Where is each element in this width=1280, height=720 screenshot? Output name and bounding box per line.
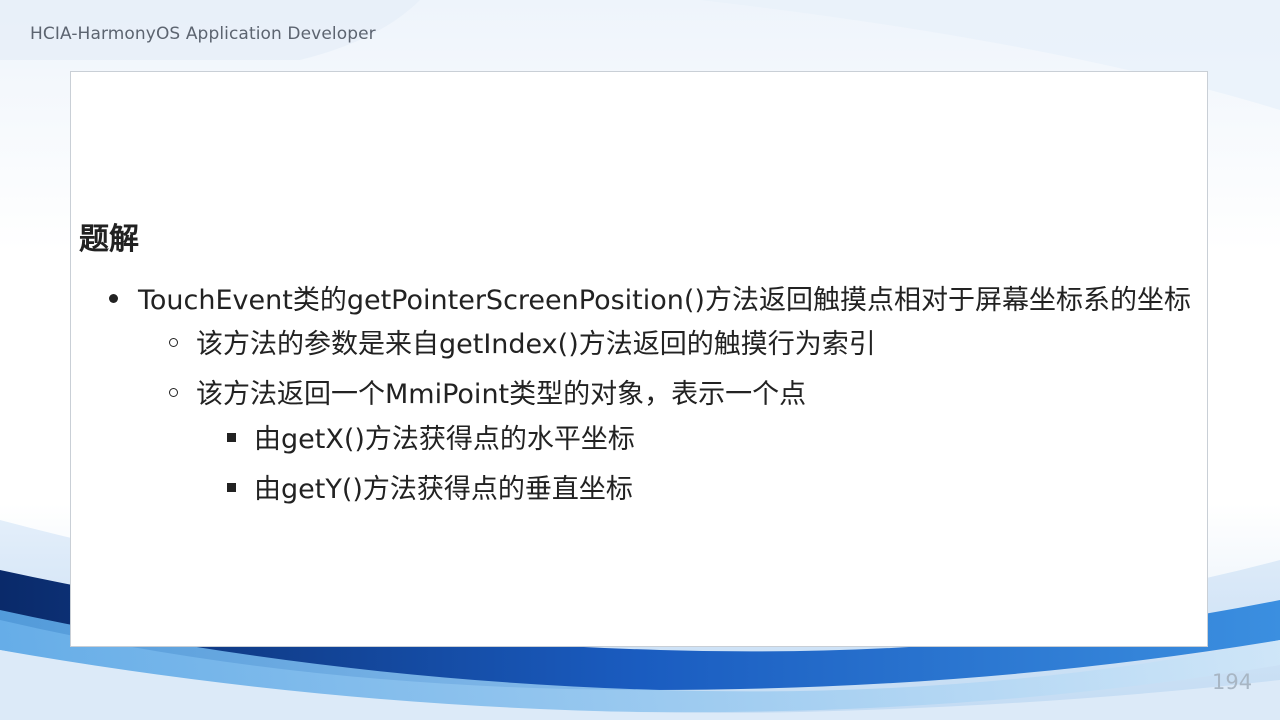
- bullet-square-icon: [227, 483, 236, 492]
- content-card: 题解 TouchEvent类的getPointerScreenPosition(…: [70, 71, 1208, 647]
- bullet-level1: TouchEvent类的getPointerScreenPosition()方法…: [109, 278, 1191, 317]
- bullet-level2: 该方法返回一个MmiPoint类型的对象，表示一个点: [169, 372, 806, 411]
- section-title: 题解: [79, 222, 139, 257]
- bullet-ring-icon: [169, 388, 178, 397]
- bullet-dot-icon: [109, 294, 118, 303]
- bullet-level2: 该方法的参数是来自getIndex()方法返回的触摸行为索引: [169, 322, 876, 361]
- bullet-ring-icon: [169, 338, 178, 347]
- bullet-text: 由getX()方法获得点的水平坐标: [254, 424, 635, 455]
- bullet-text: 由getY()方法获得点的垂直坐标: [254, 474, 633, 505]
- bullet-level3: 由getX()方法获得点的水平坐标: [227, 417, 635, 456]
- bullet-level3: 由getY()方法获得点的垂直坐标: [227, 467, 633, 506]
- bullet-text: 该方法返回一个MmiPoint类型的对象，表示一个点: [196, 379, 807, 410]
- bullet-square-icon: [227, 433, 236, 442]
- bullet-text: 该方法的参数是来自getIndex()方法返回的触摸行为索引: [196, 329, 876, 360]
- page-number: 194: [1212, 670, 1253, 694]
- header-title: HCIA-HarmonyOS Application Developer: [30, 24, 376, 44]
- bullet-text: TouchEvent类的getPointerScreenPosition()方法…: [138, 285, 1191, 316]
